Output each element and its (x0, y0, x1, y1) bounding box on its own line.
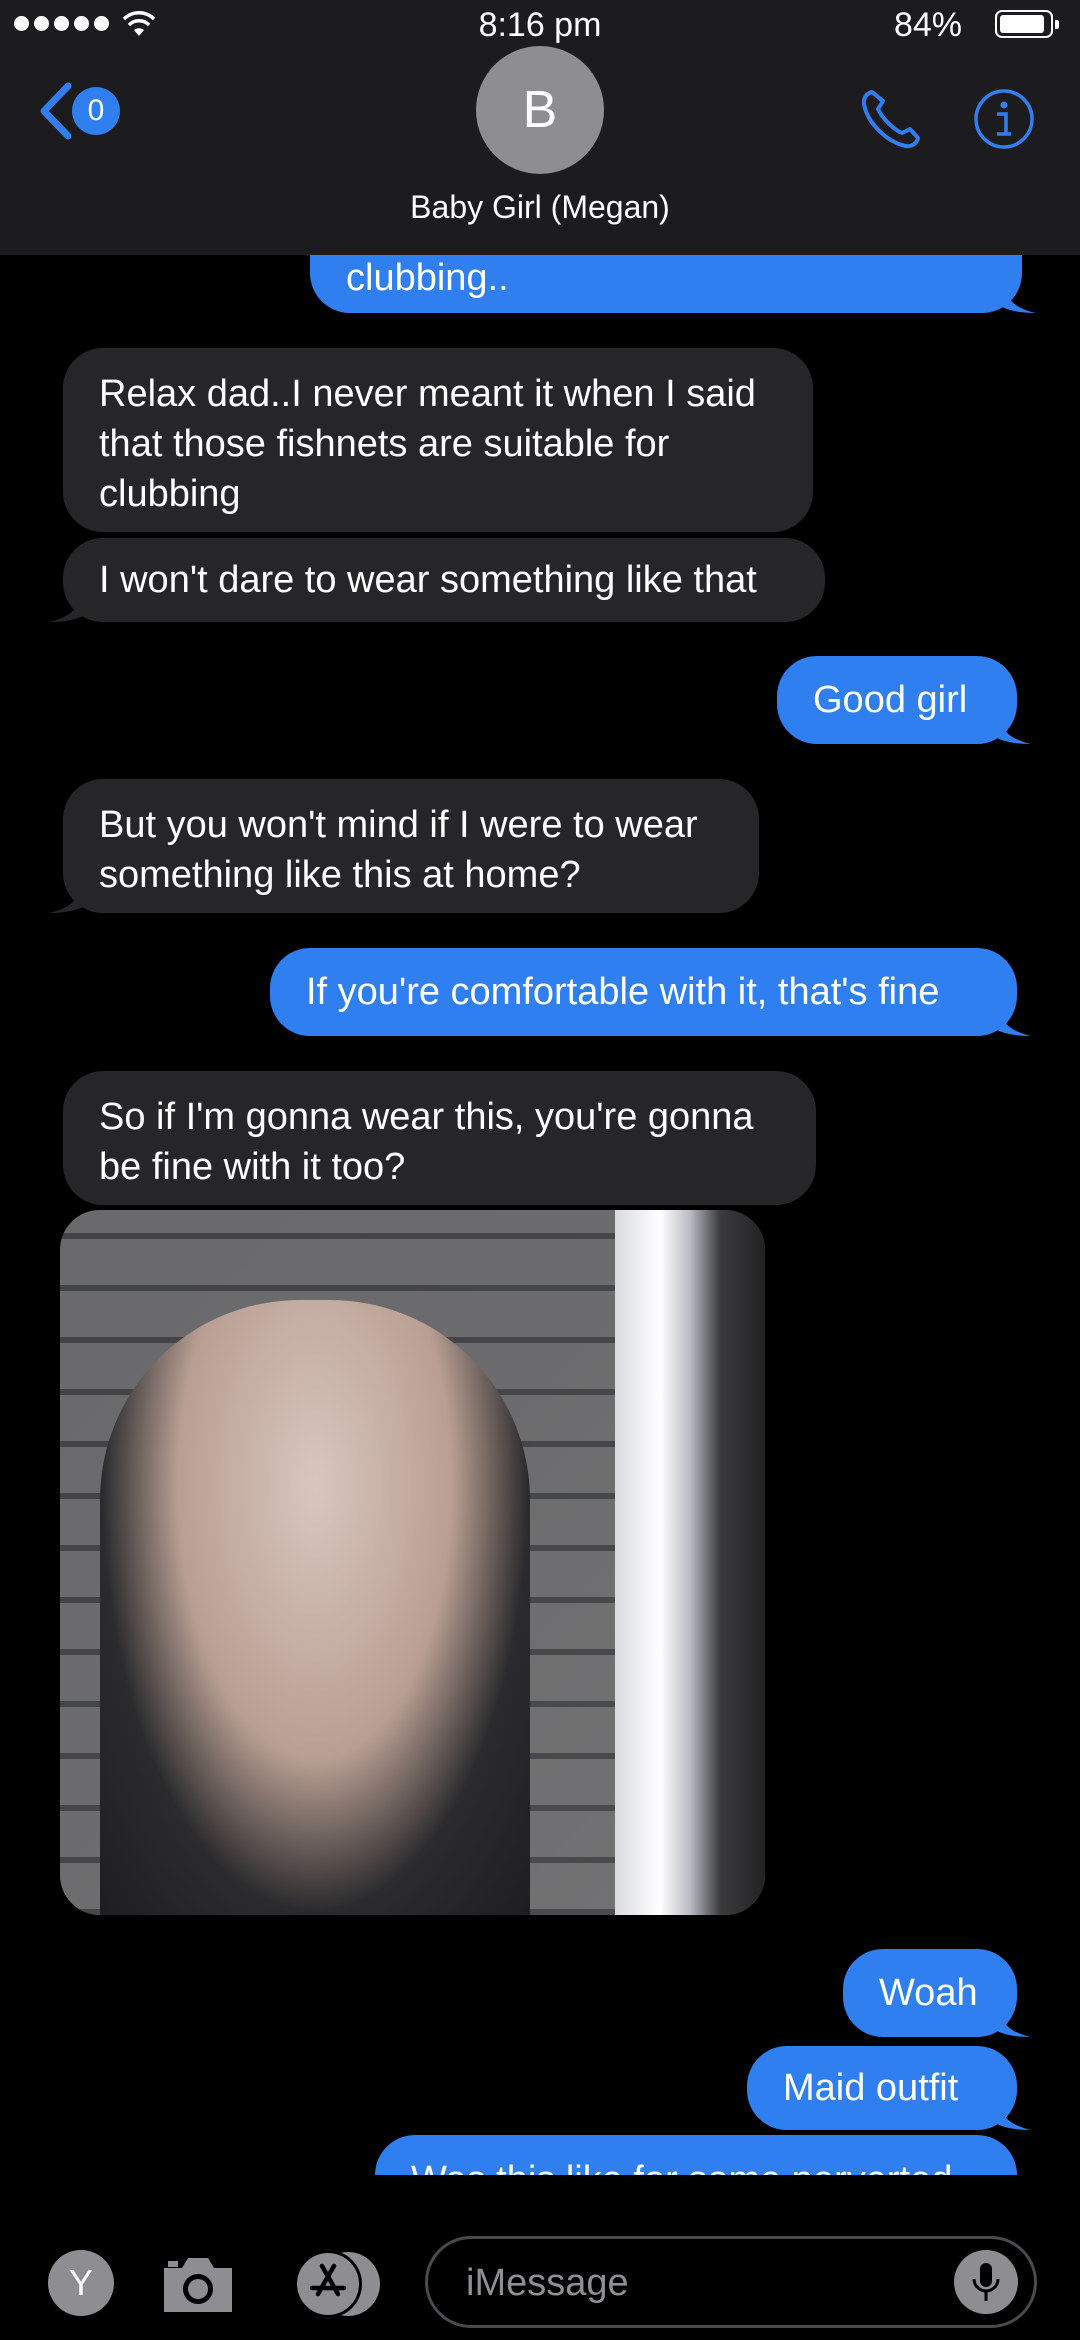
battery-icon (995, 10, 1059, 38)
message-input-field[interactable] (425, 2236, 1037, 2328)
camera-button[interactable] (158, 2252, 238, 2323)
message-bubble-outgoing[interactable]: Good girl (777, 656, 1017, 744)
message-list[interactable]: clubbing.. Relax dad..I never meant it w… (0, 255, 1080, 2175)
message-text: If you're comfortable with it, that's fi… (306, 971, 940, 1013)
info-button[interactable] (973, 88, 1035, 155)
message-text: clubbing.. (346, 257, 509, 299)
message-bubble-outgoing[interactable]: clubbing.. (310, 255, 1022, 313)
battery-percent: 84% (893, 6, 962, 44)
message-text: Maid outfit (783, 2067, 959, 2109)
camera-icon (164, 2258, 232, 2312)
message-text: Was this like for some perverted (411, 2159, 952, 2175)
message-bubble-incoming[interactable]: So if I'm gonna wear this, you're gonna … (63, 1071, 816, 1205)
message-text: Woah (879, 1972, 978, 2014)
dictation-button[interactable] (954, 2250, 1018, 2314)
message-bubble-outgoing[interactable]: If you're comfortable with it, that's fi… (270, 948, 1017, 1036)
app-store-icon (294, 2250, 380, 2318)
message-bubble-outgoing[interactable]: Maid outfit (747, 2046, 1017, 2130)
photo-attachment[interactable] (60, 1210, 765, 1915)
message-bubble-incoming[interactable]: But you won't mind if I were to wear som… (63, 779, 759, 913)
info-icon (974, 89, 1034, 149)
message-input[interactable] (464, 2253, 948, 2313)
contact-avatar[interactable]: B (476, 46, 604, 174)
app-drawer-button[interactable]: Y (48, 2250, 114, 2316)
message-text: But you won't mind if I were to wear som… (99, 804, 698, 896)
message-text: I won't dare to wear something like that (99, 559, 757, 601)
conversation-header: 8:16 pm 84% 0 B Baby Girl (Megan) (0, 0, 1080, 255)
message-bubble-incoming[interactable]: Relax dad..I never meant it when I said … (63, 348, 813, 532)
app-store-button[interactable] (290, 2248, 386, 2325)
back-button[interactable]: 0 (38, 82, 120, 140)
message-bubble-outgoing[interactable]: Woah (843, 1949, 1017, 2037)
contact-name[interactable]: Baby Girl (Megan) (0, 189, 1080, 226)
message-text: Relax dad..I never meant it when I said … (99, 373, 756, 515)
phone-call-button[interactable] (858, 86, 924, 157)
phone-icon (861, 90, 920, 149)
message-bubble-outgoing[interactable]: Was this like for some perverted (375, 2135, 1017, 2175)
message-bubble-incoming[interactable]: I won't dare to wear something like that (63, 538, 825, 622)
status-bar: 8:16 pm 84% (0, 0, 1080, 50)
message-text: Good girl (813, 679, 968, 721)
chevron-left-icon (40, 82, 72, 140)
microphone-icon (972, 2263, 1000, 2301)
unread-count-badge: 0 (72, 87, 120, 135)
message-text: So if I'm gonna wear this, you're gonna … (99, 1096, 754, 1188)
